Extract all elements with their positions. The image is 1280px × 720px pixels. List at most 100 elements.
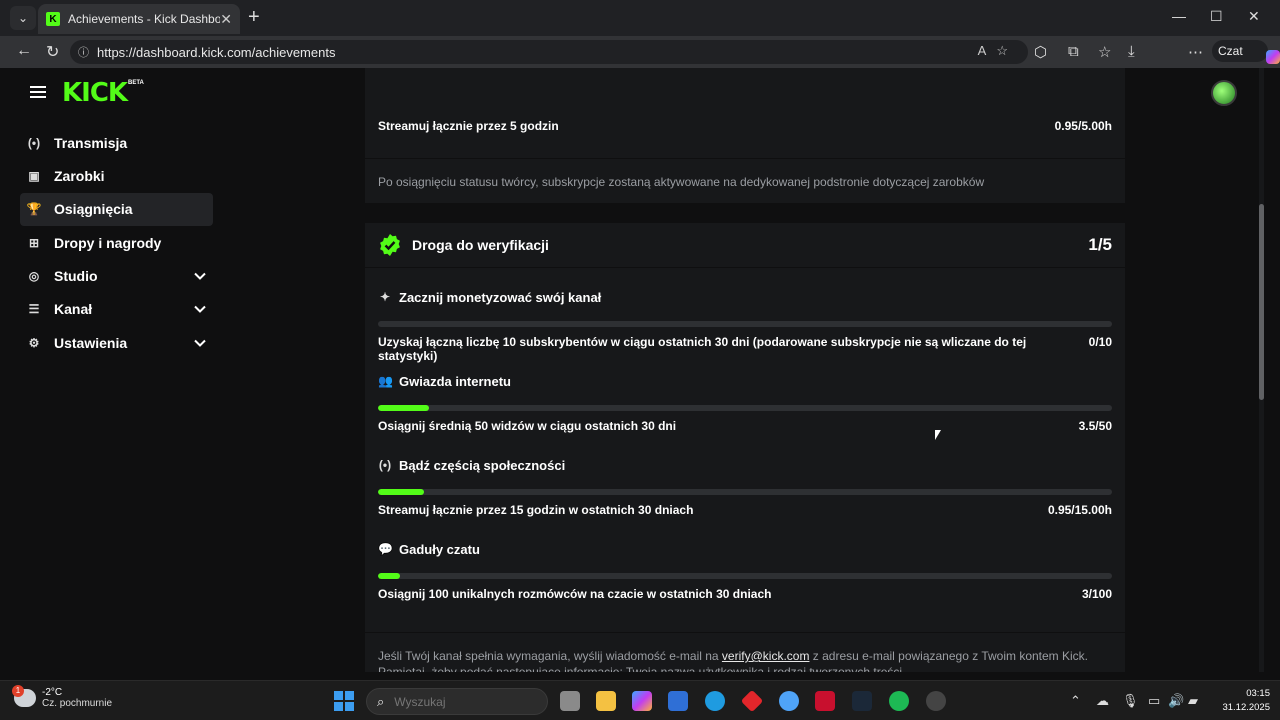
search-input[interactable] — [394, 694, 525, 709]
achievement-task: ✦ Zacznij monetyzować swój kanał Uzyskaj ł… — [378, 289, 1112, 363]
verify-email-link[interactable]: verify@kick.com — [722, 649, 810, 663]
channel-icon: ☰ — [28, 302, 40, 317]
stream-hours-requirement: Streamuj łącznie przez 5 godzin 0.95/5.0… — [378, 119, 1112, 133]
broadcast-icon: (•) — [27, 135, 41, 150]
settings-icon: ⚙ — [28, 335, 40, 350]
trophy-icon: 🏆 — [26, 202, 42, 217]
copilot-icon — [1266, 50, 1280, 64]
divider — [365, 158, 1125, 159]
browser-tab-bar: ⌄ K Achievements - Kick Dashboard ✕ + — … — [0, 0, 1280, 36]
sidebar-nav: (•) Transmisja ▣ Zarobki 🏆 Osiągnięcia ⊞ Dropy … — [20, 126, 213, 360]
task-progress-bar — [378, 489, 1112, 495]
task-description: Osiągnij średnią 50 widzów w ciągu ostat… — [378, 419, 677, 433]
windows-taskbar: 1 -2°C Cz. pochmurnie ⌕ ⌃ ☁ 🎙 ▭ 🔊 ▰ 03:1… — [0, 680, 1280, 720]
sidebar-item-label: Ustawienia — [54, 334, 128, 351]
browser-tab-achievements[interactable]: K Achievements - Kick Dashboard ✕ — [38, 4, 240, 34]
tray-overflow-icon[interactable]: ⌃ — [1070, 693, 1081, 709]
microphone-icon[interactable]: 🎙 — [1122, 693, 1139, 709]
more-menu-icon[interactable]: ⋯ — [1188, 43, 1203, 61]
split-screen-icon[interactable]: ⧉ — [1068, 43, 1079, 60]
app-blue-icon[interactable] — [779, 691, 799, 711]
sidebar-item-3[interactable]: ⊞ Dropy i nagrody — [20, 226, 213, 259]
user-avatar[interactable] — [1211, 80, 1237, 106]
task-description: Osiągnij 100 unikalnych rozmówców na cza… — [378, 587, 772, 601]
edge-icon[interactable] — [705, 691, 725, 711]
sparkle-icon: ✦ — [379, 290, 391, 304]
task-title: Gaduły czatu — [399, 541, 480, 557]
achievement-task: (•) Bądź częścią społeczności Streamuj łąc… — [378, 457, 1112, 517]
verification-header: Droga do weryfikacji 1/5 — [378, 233, 1112, 257]
sidebar-item-0[interactable]: (•) Transmisja — [20, 126, 213, 159]
chevron-down-icon[interactable] — [193, 269, 207, 283]
achievement-task: 💬 Gaduły czatu Osiągnij 100 unikalnych roz… — [378, 541, 1112, 601]
drops-icon: ⊞ — [28, 235, 40, 250]
sidebar-item-5[interactable]: ☰ Kanał — [20, 293, 213, 326]
new-tab-button[interactable]: + — [248, 7, 260, 27]
copilot-app-icon[interactable] — [632, 691, 652, 711]
kick-logo[interactable]: KICK — [62, 78, 128, 108]
task-value: 3/100 — [1081, 587, 1112, 601]
chevron-down-icon[interactable] — [193, 302, 207, 316]
onedrive-icon[interactable]: ☁ — [1096, 693, 1109, 709]
mcafee-icon[interactable] — [815, 691, 835, 711]
store-icon[interactable] — [668, 691, 688, 711]
task-value: 3.5/50 — [1078, 419, 1112, 433]
close-tab-icon[interactable]: ✕ — [220, 11, 232, 28]
battery-icon[interactable]: ▰ — [1188, 693, 1198, 709]
page-scrollbar[interactable] — [1259, 68, 1264, 672]
chevron-down-icon: ⌄ — [17, 11, 29, 25]
url-text: https://dashboard.kick.com/achievements — [97, 44, 336, 60]
sidebar-item-6[interactable]: ⚙ Ustawienia — [20, 326, 213, 359]
chevron-down-icon[interactable] — [193, 336, 207, 350]
file-explorer-icon[interactable] — [596, 691, 616, 711]
taskbar-clock[interactable]: 03:15 31.12.2025 — [1212, 687, 1270, 715]
sidebar-item-label: Osiągnięcia — [54, 201, 133, 218]
spotify-icon[interactable] — [889, 691, 909, 711]
favorite-star-icon[interactable]: ☆ — [996, 43, 1018, 58]
task-progress-bar — [378, 405, 1112, 411]
copilot-label: Czat — [1218, 44, 1243, 58]
divider — [365, 267, 1125, 268]
extensions-icon[interactable]: ⬡ — [1034, 43, 1047, 61]
app-gray-icon[interactable] — [926, 691, 946, 711]
task-title: Bądź częścią społeczności — [399, 457, 566, 473]
maximize-icon[interactable]: ☐ — [1210, 8, 1223, 25]
refresh-icon[interactable]: ↻ — [46, 42, 59, 62]
cloud-icon: 1 — [12, 685, 36, 707]
site-info-icon[interactable]: ⓘ — [78, 44, 89, 60]
taskbar-search[interactable]: ⌕ — [366, 688, 548, 715]
tab-title: Achievements - Kick Dashboard — [68, 12, 221, 26]
windows-start-icon[interactable] — [334, 691, 354, 711]
sidebar-item-2[interactable]: 🏆 Osiągnięcia — [20, 192, 213, 226]
verified-badge-icon — [380, 234, 400, 256]
tab-list-button[interactable]: ⌄ — [10, 6, 36, 30]
task-view-icon[interactable] — [560, 691, 580, 711]
steam-icon[interactable] — [852, 691, 872, 711]
minimize-icon[interactable]: — — [1172, 8, 1186, 24]
task-progress-fill — [378, 405, 430, 411]
broadcast-icon: (•) — [378, 458, 392, 472]
back-icon[interactable]: ← — [16, 42, 32, 60]
downloads-icon[interactable]: ⤓ — [1128, 43, 1135, 60]
read-aloud-icon[interactable]: A — [978, 43, 997, 58]
earnings-icon: ▣ — [28, 168, 40, 183]
network-icon[interactable]: ▭ — [1148, 693, 1160, 709]
browser-toolbar: ← ↻ ⓘ https://dashboard.kick.com/achieve… — [0, 36, 1280, 96]
sidebar-item-4[interactable]: ◎ Studio — [20, 260, 213, 293]
favorites-icon[interactable]: ☆ — [1098, 43, 1111, 61]
task-description: Streamuj łącznie przez 15 godzin w ostat… — [378, 503, 694, 517]
sidebar-item-1[interactable]: ▣ Zarobki — [20, 159, 213, 192]
scrollbar-thumb[interactable] — [1259, 204, 1264, 400]
close-window-icon[interactable]: ✕ — [1248, 8, 1260, 25]
sidebar-item-label: Dropy i nagrody — [54, 234, 162, 251]
address-bar[interactable]: ⓘ https://dashboard.kick.com/achievement… — [70, 40, 1028, 64]
volume-icon[interactable]: 🔊 — [1168, 693, 1184, 709]
creator-status-card: Streamuj łącznie przez 5 godzin 0.95/5.0… — [365, 68, 1125, 203]
app-red-icon[interactable] — [740, 689, 764, 713]
sidebar-item-label: Kanał — [54, 301, 93, 318]
sidebar-item-label: Transmisja — [54, 134, 128, 151]
hamburger-menu-icon[interactable] — [30, 86, 46, 98]
weather-widget[interactable]: 1 -2°C Cz. pochmurnie — [12, 685, 112, 709]
copilot-button[interactable]: Czat — [1212, 40, 1280, 64]
verification-count: 1/5 — [1088, 235, 1112, 254]
